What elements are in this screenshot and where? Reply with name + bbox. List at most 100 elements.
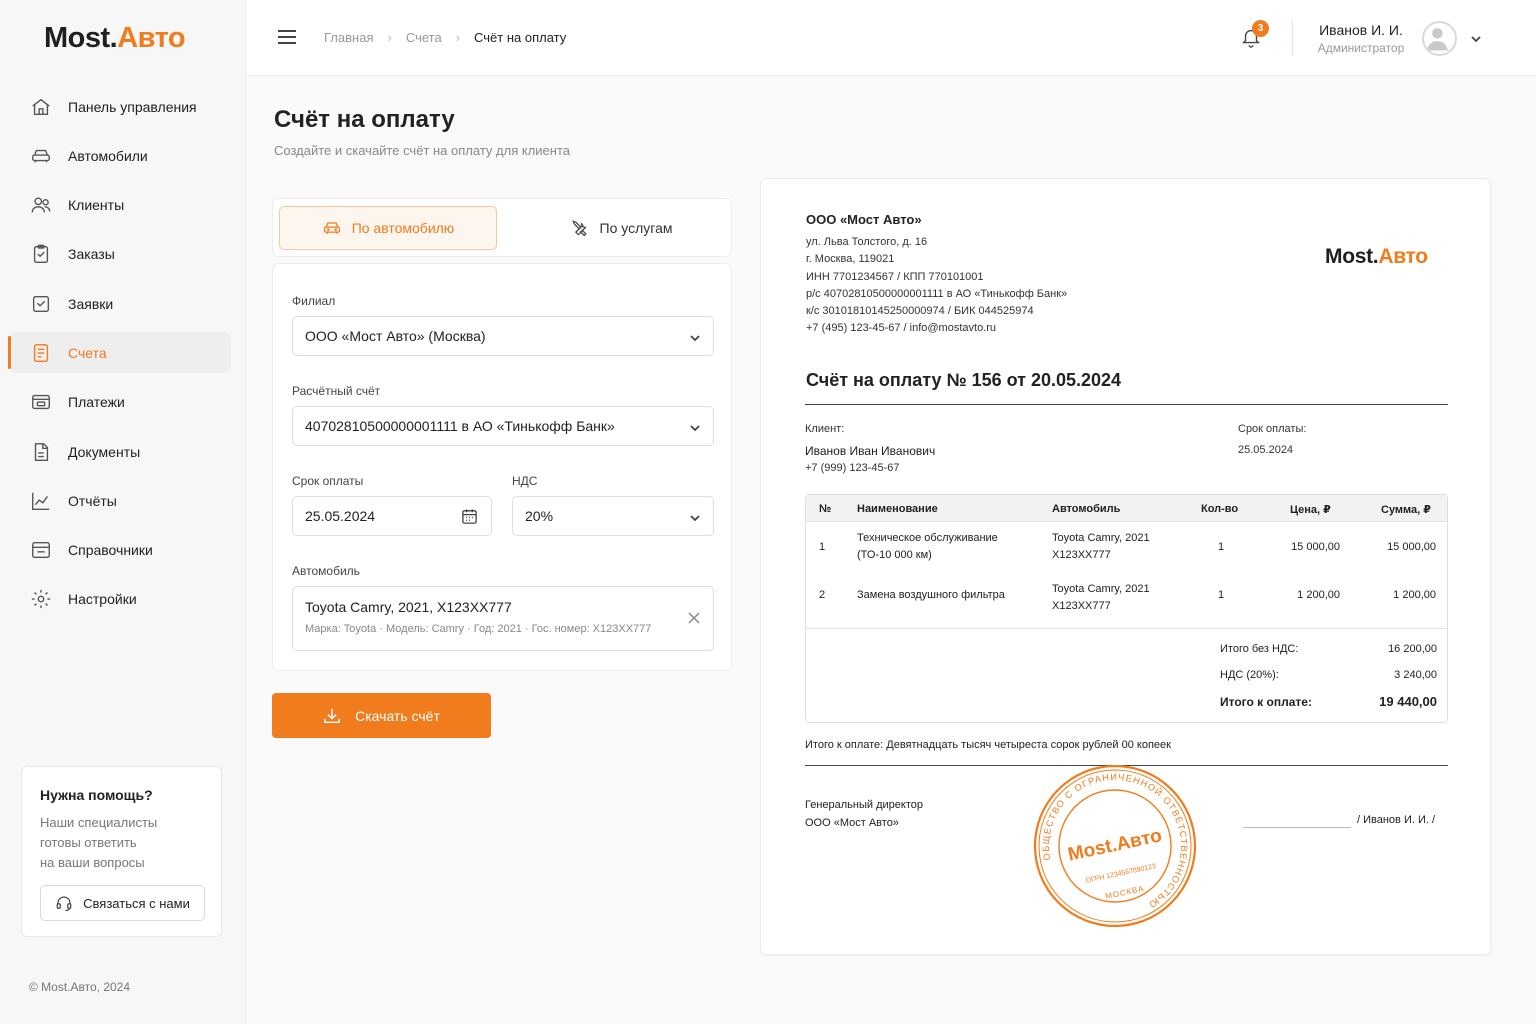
sidebar-item-directory[interactable]: Справочники — [10, 530, 231, 571]
help-title: Нужна помощь? — [40, 787, 153, 803]
chevron-down-icon — [689, 331, 701, 347]
brand-logo-part2: Авто — [117, 21, 186, 54]
invoice-mode-tabs: По автомобилю По услугам — [272, 198, 732, 257]
breadcrumb: Главная › Счета › Счёт на оплату — [324, 30, 566, 45]
invoice-due-label: Срок оплаты: — [1238, 423, 1307, 435]
branch-label: Филиал — [292, 294, 336, 308]
invoice-form: Филиал ООО «Мост Авто» (Москва) Расчётны… — [272, 263, 732, 671]
row-price: 1 200,00 — [1297, 589, 1340, 601]
sidebar-item-clipboard-check[interactable]: Заявки — [10, 283, 231, 324]
user-name: Иванов И. И. — [1319, 22, 1403, 38]
row-sum: 15 000,00 — [1387, 541, 1436, 553]
sidebar-item-users[interactable]: Клиенты — [10, 185, 231, 226]
notifications-button[interactable]: 3 — [1240, 20, 1269, 50]
col-name: Наименование — [857, 503, 938, 515]
sidebar-item-label: Клиенты — [68, 197, 125, 214]
chevron-down-icon — [689, 511, 701, 527]
vat-value: 20% — [525, 508, 554, 524]
sidebar-item-label: Справочники — [68, 542, 153, 559]
calendar-icon[interactable] — [461, 508, 478, 528]
col-qty: Кол-во — [1201, 503, 1239, 515]
table-divider — [806, 628, 1447, 629]
sidebar-item-car[interactable]: Автомобили — [10, 135, 231, 176]
row-sum: 1 200,00 — [1393, 589, 1436, 601]
account-label: Расчётный счёт — [292, 384, 381, 398]
chart-icon — [30, 490, 52, 512]
car-icon — [30, 145, 52, 167]
help-card: Нужна помощь? Наши специалисты готовы от… — [21, 766, 222, 937]
invoice-icon — [30, 342, 52, 364]
account-select[interactable]: 40702810500000001111 в АО «Тинькофф Банк… — [292, 406, 714, 446]
table-header: № Наименование Автомобиль Кол-во Цена, ₽… — [806, 495, 1447, 522]
signer-role: Генеральный директор — [805, 799, 923, 811]
brand-logo[interactable]: Most. Авто — [0, 0, 245, 76]
car-label: Автомобиль — [292, 564, 360, 578]
brand-logo-part1: Most. — [44, 21, 118, 54]
header-divider — [1292, 20, 1293, 56]
download-invoice-button[interactable]: Скачать счёт — [272, 693, 491, 738]
branch-select[interactable]: ООО «Мост Авто» (Москва) — [292, 316, 714, 356]
contact-us-button[interactable]: Связаться с нами — [40, 885, 205, 921]
invoice-company-details: ул. Льва Толстого, д. 16 г. Москва, 1190… — [806, 234, 1067, 338]
sidebar-item-home[interactable]: Панель управления — [10, 86, 231, 127]
tools-icon — [571, 220, 587, 237]
car-field[interactable]: Toyota Camry, 2021, Х123ХХ777 Марка: Toy… — [292, 586, 714, 651]
row-number: 1 — [819, 541, 826, 553]
col-car: Автомобиль — [1052, 503, 1121, 515]
help-text: Наши специалисты готовы ответить на ваши… — [40, 815, 158, 870]
sidebar-item-clipboard[interactable]: Заказы — [10, 234, 231, 275]
company-account: р/с 40702810500000001111 в АО «Тинькофф … — [806, 287, 1068, 300]
breadcrumb-separator-icon: › — [387, 30, 392, 45]
clipboard-check-icon — [30, 293, 52, 315]
signer-company: ООО «Мост Авто» — [805, 817, 899, 829]
close-icon[interactable] — [688, 611, 700, 629]
stamp-ogrn-text: ОГРН 1234567890123 — [1085, 863, 1157, 885]
invoice-logo: Most.Авто — [1325, 245, 1428, 268]
car-icon — [323, 222, 340, 234]
menu-icon[interactable] — [278, 30, 296, 44]
top-header: Главная › Счета › Счёт на оплату 3 Ивано… — [246, 0, 1536, 76]
car-value: Toyota Camry, 2021, Х123ХХ777 — [305, 599, 512, 615]
sidebar-item-invoice[interactable]: Счета — [8, 332, 231, 374]
stamp-city-text: МОСКВА — [1105, 884, 1146, 901]
page-subtitle: Создайте и скачайте счёт на оплату для к… — [274, 143, 570, 158]
tab-by-services-label: По услугам — [599, 220, 673, 236]
account-value: 40702810500000001111 в АО «Тинькофф Банк… — [305, 418, 615, 434]
home-icon — [30, 96, 52, 118]
breadcrumb-home[interactable]: Главная — [324, 30, 373, 45]
sidebar-item-document[interactable]: Документы — [10, 431, 231, 472]
user-menu-toggle[interactable] — [1470, 32, 1482, 50]
copyright: © Most.Авто, 2024 — [29, 980, 131, 994]
avatar[interactable] — [1422, 21, 1457, 56]
user-info[interactable]: Иванов И. И. Администратор — [1316, 22, 1406, 55]
divider — [805, 404, 1448, 405]
sidebar-item-gear[interactable]: Настройки — [10, 579, 231, 620]
breadcrumb-current: Счёт на оплату — [474, 30, 567, 45]
company-contacts: +7 (495) 123-45-67 / info@mostavto.ru — [806, 322, 997, 335]
tab-by-car[interactable]: По автомобилю — [279, 206, 497, 250]
sidebar-item-label: Заказы — [68, 246, 115, 263]
breadcrumb-separator-icon: › — [455, 30, 461, 45]
row-qty: 1 — [1218, 589, 1225, 601]
wallet-icon — [30, 391, 52, 413]
breadcrumb-invoices[interactable]: Счета — [406, 30, 442, 45]
document-icon — [30, 441, 52, 463]
company-stamp: ОБЩЕСТВО С ОГРАНИЧЕННОЙ ОТВЕТСТВЕННОСТЬЮ… — [1033, 764, 1197, 928]
sidebar-item-chart[interactable]: Отчёты — [10, 480, 231, 521]
total-no-vat-label: Итого без НДС: — [1220, 643, 1299, 655]
vat-select[interactable]: 20% — [512, 496, 714, 536]
tab-by-services[interactable]: По услугам — [511, 206, 731, 250]
due-date-input[interactable]: 25.05.2024 — [292, 496, 492, 536]
headset-icon — [56, 896, 72, 912]
total-due-value: 19 440,00 — [1379, 694, 1437, 709]
sidebar-item-wallet[interactable]: Платежи — [10, 382, 231, 423]
amount-in-words: Итого к оплате: Девятнадцать тысяч четыр… — [805, 739, 1171, 751]
directory-icon — [30, 539, 52, 561]
row-qty: 1 — [1218, 541, 1225, 553]
signer-name: / Иванов И. И. / — [1357, 814, 1436, 826]
invoice-preview: ООО «Мост Авто» ул. Льва Толстого, д. 16… — [760, 178, 1491, 955]
company-inn: ИНН 7701234567 / КПП 770101001 — [806, 270, 984, 283]
sidebar-nav: Панель управления Автомобили Клиенты Заказы… — [0, 86, 245, 620]
sidebar-item-label: Автомобили — [68, 147, 148, 164]
sidebar-item-label: Заявки — [68, 295, 114, 312]
